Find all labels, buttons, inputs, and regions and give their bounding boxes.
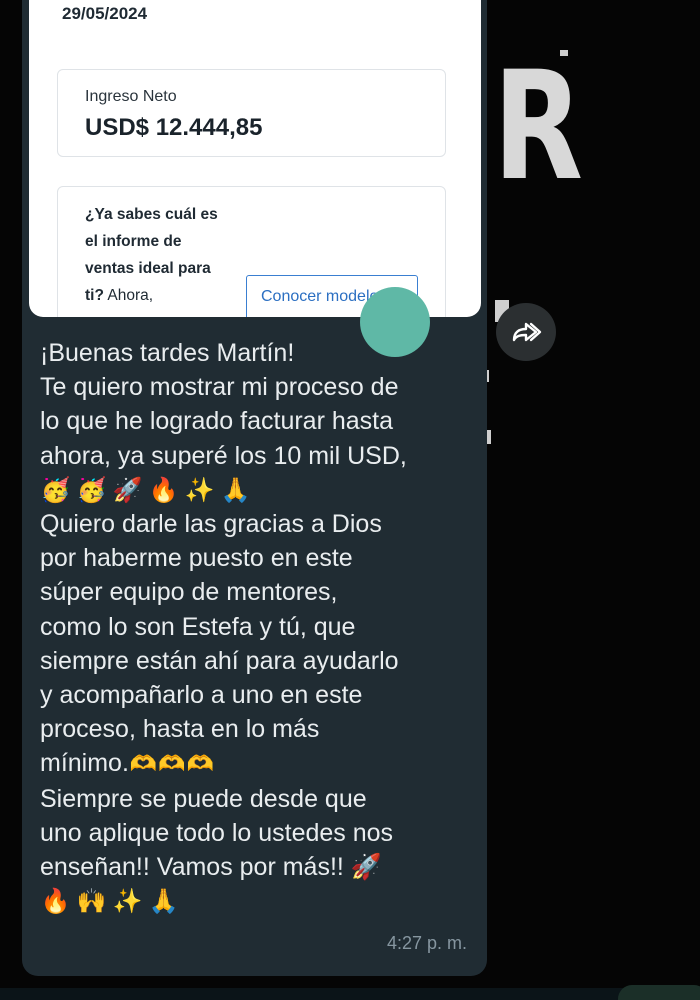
rocket-emoji-icon: 🚀 [112,476,143,504]
next-message-edge [618,985,700,1000]
heart-hands-emoji-icon: 🫶 [186,751,215,777]
net-income-label: Ingreso Neto [85,88,177,105]
promo-line: ¿Ya sabes cuál es [85,206,218,223]
emoji-row: 🔥 🙌 ✨ 🙏 [40,884,480,918]
message-timestamp: 4:27 p. m. [386,933,467,953]
message-line: por haberme puesto en este [40,544,353,573]
net-income-box: Ingreso Neto USD$ 12.444,85 [57,69,446,157]
message-line: ¡Buenas tardes Martín! [40,339,295,367]
forward-icon [512,322,542,342]
wallpaper-letter: R [493,40,583,214]
wallpaper-art: R [485,30,700,500]
promo-line: el informe de [85,233,182,250]
message-line: uno aplique todo lo ustedes nos [40,818,394,847]
heart-hands-emoji-icon: 🫶 [129,751,158,777]
message-line: lo que he logrado facturar hasta [40,407,394,436]
message-line-hearts: mínimo.🫶🫶🫶 [40,746,480,781]
wallpaper-speck [560,50,568,56]
message-line: proceso, hasta en lo más [40,715,320,744]
message-text: ¡Buenas tardes Martín! Te quiero mostrar… [40,336,480,918]
message-line: y acompañarlo a uno en este [40,681,363,710]
sparkles-emoji-icon: ✨ [184,476,215,504]
sparkles-emoji-icon: ✨ [112,888,143,916]
report-card-image[interactable]: 29/05/2024 Ingreso Neto USD$ 12.444,85 ¿… [29,0,481,317]
party-face-emoji-icon: 🥳 [76,476,107,504]
pray-emoji-icon: 🙏 [220,476,251,504]
message-line: Quiero darle las gracias a Dios [40,510,382,538]
message-line: Te quiero mostrar mi proceso de [40,373,399,402]
message-line: ahora, ya superé los 10 mil USD, [40,441,407,470]
message-line: Siempre se puede desde que [40,784,367,813]
message-line: súper equipo de mentores, [40,578,338,607]
fire-emoji-icon: 🔥 [148,476,179,504]
report-date: 29/05/2024 [62,4,148,23]
party-face-emoji-icon: 🥳 [40,476,71,504]
fire-emoji-icon: 🔥 [40,888,71,916]
heart-hands-emoji-icon: 🫶 [158,751,186,777]
promo-rest: Ahora, [103,287,154,304]
pray-emoji-icon: 🙏 [148,888,179,916]
message-line-final: enseñan!! Vamos por más!! 🚀 [40,850,480,884]
promo-text: ¿Ya sabes cuál es el informe de ventas i… [85,201,250,309]
message-word: mínimo. [40,749,129,778]
chat-screen: R 29/05/2024 Ingreso Neto USD$ 12.444,85… [0,0,700,1000]
input-bar-edge [0,988,700,1000]
message-bubble[interactable]: 29/05/2024 Ingreso Neto USD$ 12.444,85 ¿… [22,0,487,976]
net-income-value: USD$ 12.444,85 [85,114,263,141]
promo-line: ventas ideal para [85,260,211,277]
message-word: enseñan!! Vamos por más!! [40,853,344,882]
emoji-row: 🥳 🥳 🚀 🔥 ✨ 🙏 [40,473,480,507]
forward-button[interactable] [496,303,556,361]
rocket-emoji-icon: 🚀 [350,853,382,882]
message-line: siempre están ahí para ayudarlo [40,646,399,675]
promo-line: ti? [85,287,104,304]
message-line: como lo son Estefa y tú, que [40,612,356,641]
raised-hands-emoji-icon: 🙌 [76,888,107,916]
